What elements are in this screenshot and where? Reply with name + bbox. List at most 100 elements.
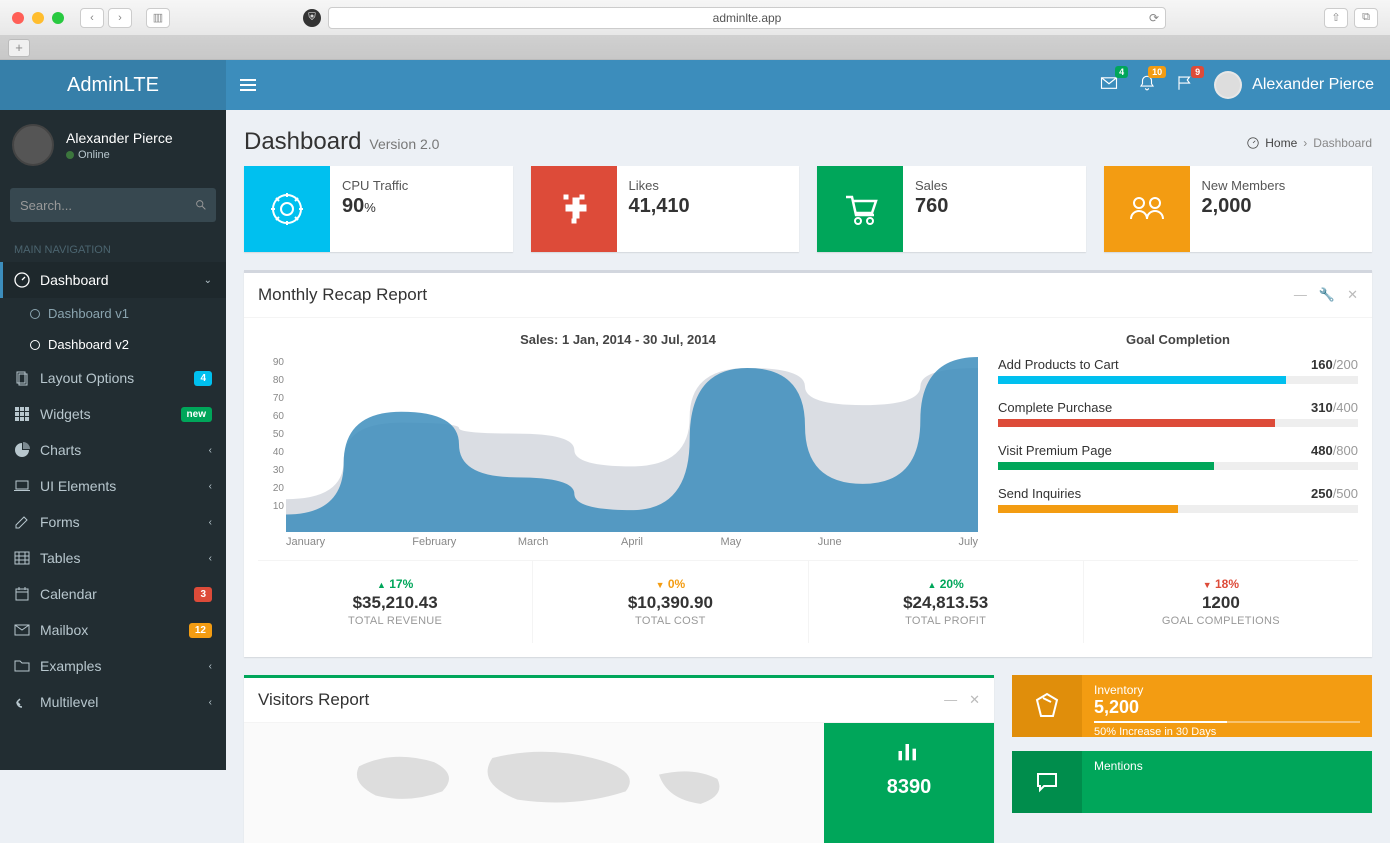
sidebar-subitem-dashboard-v1[interactable]: Dashboard v1 bbox=[0, 298, 226, 329]
sidebar-item-widgets[interactable]: Widgetsnew bbox=[0, 396, 226, 432]
files-icon bbox=[14, 370, 30, 386]
sidebar-item-charts[interactable]: Charts‹ bbox=[0, 432, 226, 468]
logo[interactable]: AdminLTE bbox=[0, 60, 226, 110]
sidebar-search[interactable] bbox=[10, 188, 216, 222]
nav-badge: new bbox=[181, 407, 212, 422]
widget-mentions[interactable]: Mentions bbox=[1012, 751, 1372, 813]
sidebar: AdminLTE Alexander Pierce Online MAIN NA… bbox=[0, 60, 226, 770]
stat-box-sales[interactable]: Sales 760 bbox=[817, 166, 1086, 252]
content-header: Dashboard Version 2.0 Home › Dashboard bbox=[226, 110, 1390, 166]
sidebar-item-layout-options[interactable]: Layout Options4 bbox=[0, 360, 226, 396]
stat-box-likes[interactable]: Likes 41,410 bbox=[531, 166, 800, 252]
avatar bbox=[1214, 71, 1242, 99]
collapse-button[interactable]: — bbox=[1294, 287, 1307, 303]
sidebar-item-multilevel[interactable]: Multilevel‹ bbox=[0, 684, 226, 720]
forward-button[interactable]: › bbox=[108, 8, 132, 28]
chevron-icon: ‹ bbox=[209, 553, 212, 564]
maximize-window-button[interactable] bbox=[52, 12, 64, 24]
close-icon[interactable]: ✕ bbox=[1347, 287, 1358, 303]
sidebar-item-mailbox[interactable]: Mailbox12 bbox=[0, 612, 226, 648]
sidebar-item-dashboard[interactable]: Dashboard⌄ bbox=[0, 262, 226, 298]
nav-label: Examples bbox=[40, 658, 101, 674]
url-text: adminlte.app bbox=[713, 11, 782, 25]
nav-badge: 12 bbox=[189, 623, 212, 638]
user-menu[interactable]: Alexander Pierce bbox=[1214, 71, 1374, 99]
browser-chrome: ‹ › ▥ ⛨ adminlte.app ⟳ ⇧ ⧉ bbox=[0, 0, 1390, 36]
sidebar-toggle-button[interactable]: ▥ bbox=[146, 8, 170, 28]
sidebar-item-examples[interactable]: Examples‹ bbox=[0, 648, 226, 684]
monthly-recap-panel: Monthly Recap Report — 🔧 ✕ Sales: 1 Jan,… bbox=[244, 270, 1372, 657]
stat-title: Likes bbox=[629, 178, 788, 193]
sales-chart: 908070605040302010 bbox=[286, 357, 978, 532]
sidebar-item-tables[interactable]: Tables ‹ bbox=[0, 540, 226, 576]
user-name-label: Alexander Pierce bbox=[1252, 76, 1374, 94]
stat-icon bbox=[817, 166, 903, 252]
panel-title: Visitors Report bbox=[258, 690, 369, 710]
nav-label: Dashboard bbox=[40, 272, 109, 288]
messages-button[interactable]: 4 bbox=[1100, 74, 1118, 97]
sidebar-item-forms[interactable]: Forms‹ bbox=[0, 504, 226, 540]
collapse-button[interactable]: — bbox=[944, 692, 957, 708]
goal-send-inquiries: Send Inquiries250/500 bbox=[998, 486, 1358, 513]
widget-inventory[interactable]: Inventory5,20050% Increase in 30 Days bbox=[1012, 675, 1372, 737]
stat-value: 41,410 bbox=[629, 195, 788, 218]
notifications-button[interactable]: 10 bbox=[1138, 74, 1156, 97]
minimize-window-button[interactable] bbox=[32, 12, 44, 24]
notifications-badge: 10 bbox=[1148, 66, 1166, 78]
nav-label: UI Elements bbox=[40, 478, 116, 494]
chevron-icon: ‹ bbox=[209, 517, 212, 528]
pie-icon bbox=[14, 442, 30, 458]
stat-title: Sales bbox=[915, 178, 1074, 193]
stat-icon bbox=[244, 166, 330, 252]
stat-title: CPU Traffic bbox=[342, 178, 501, 193]
progress-bar bbox=[998, 505, 1358, 513]
nav-label: Charts bbox=[40, 442, 81, 458]
footer-stat-goal-completions: ▼ 18%1200GOAL COMPLETIONS bbox=[1084, 561, 1358, 643]
nav-header: MAIN NAVIGATION bbox=[0, 230, 226, 262]
folder-icon bbox=[14, 658, 30, 674]
user-status: Online bbox=[66, 149, 173, 161]
close-icon[interactable]: ✕ bbox=[969, 692, 980, 708]
settings-icon[interactable]: 🔧 bbox=[1319, 287, 1335, 303]
stat-value: 2,000 bbox=[1202, 195, 1361, 218]
sidebar-item-ui-elements[interactable]: UI Elements‹ bbox=[0, 468, 226, 504]
chart-title: Sales: 1 Jan, 2014 - 30 Jul, 2014 bbox=[258, 332, 978, 347]
tab-strip: + bbox=[0, 36, 1390, 60]
stat-box-new-members[interactable]: New Members2,000 bbox=[1104, 166, 1373, 252]
page-title: Dashboard bbox=[244, 128, 361, 156]
share-button[interactable]: ⇧ bbox=[1324, 8, 1348, 28]
sidebar-item-calendar[interactable]: Calendar3 bbox=[0, 576, 226, 612]
progress-bar bbox=[998, 419, 1358, 427]
close-window-button[interactable] bbox=[12, 12, 24, 24]
window-controls[interactable] bbox=[12, 12, 64, 24]
dashboard-icon bbox=[14, 272, 30, 288]
visitors-panel: Visitors Report — ✕ 8390 bbox=[244, 675, 994, 843]
stat-icon bbox=[531, 166, 617, 252]
circle-icon bbox=[30, 309, 40, 319]
sidebar-toggle[interactable] bbox=[226, 60, 270, 110]
new-tab-button[interactable]: + bbox=[8, 39, 30, 57]
breadcrumb: Home › Dashboard bbox=[1247, 136, 1372, 150]
stat-box-cpu-traffic[interactable]: CPU Traffic90% bbox=[244, 166, 513, 252]
breadcrumb-home[interactable]: Home bbox=[1265, 136, 1297, 150]
sidebar-subitem-dashboard-v2[interactable]: Dashboard v2 bbox=[0, 329, 226, 360]
tasks-button[interactable]: 9 bbox=[1176, 74, 1194, 97]
search-icon bbox=[196, 198, 206, 212]
widget-icon bbox=[1012, 751, 1082, 813]
visitors-value: 8390 bbox=[838, 776, 980, 799]
search-input[interactable] bbox=[20, 198, 196, 213]
goals-title: Goal Completion bbox=[998, 332, 1358, 347]
stat-value: 760 bbox=[915, 195, 1074, 218]
world-map[interactable] bbox=[244, 723, 824, 843]
tabs-button[interactable]: ⧉ bbox=[1354, 8, 1378, 28]
nav-badge: 4 bbox=[194, 371, 212, 386]
th-icon bbox=[14, 406, 30, 422]
reload-icon[interactable]: ⟳ bbox=[1149, 11, 1159, 25]
nav-label: Tables bbox=[40, 550, 80, 566]
back-button[interactable]: ‹ bbox=[80, 8, 104, 28]
share-icon bbox=[14, 694, 30, 710]
laptop-icon bbox=[14, 478, 30, 494]
footer-stat-total-revenue: ▲ 17%$35,210.43TOTAL REVENUE bbox=[258, 561, 533, 643]
chevron-icon: ‹ bbox=[209, 697, 212, 708]
address-bar[interactable]: ⛨ adminlte.app ⟳ bbox=[328, 7, 1166, 29]
